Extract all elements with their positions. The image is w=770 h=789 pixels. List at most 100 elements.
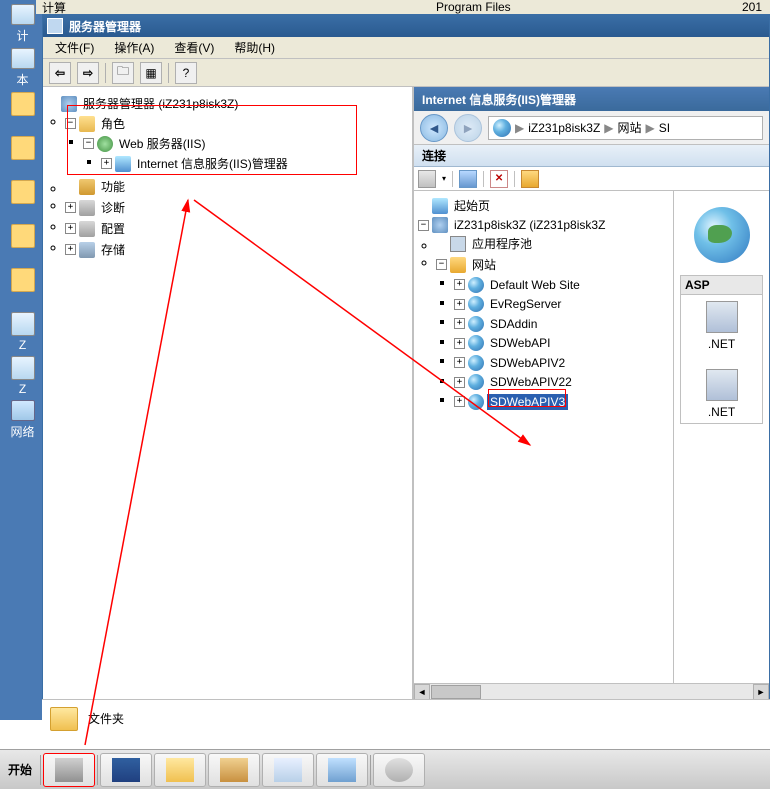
iis-icon xyxy=(115,156,131,172)
storage-icon xyxy=(79,242,95,258)
explorer-fragment: 文件夹 xyxy=(42,699,770,737)
tree-root[interactable]: 服务器管理器 (iZ231p8isk3Z) xyxy=(47,94,408,113)
site-node[interactable]: +SDAddin xyxy=(454,316,669,332)
taskbar-item-iis[interactable] xyxy=(316,753,368,787)
site-node[interactable]: +Default Web Site xyxy=(454,277,669,293)
taskbar-item-tools[interactable] xyxy=(208,753,260,787)
collapse-icon[interactable]: − xyxy=(418,220,429,231)
desktop-left-strip: 计 本 Z Z 网络 xyxy=(0,0,45,720)
detail-pane[interactable]: ASP .NET .NET xyxy=(674,191,769,683)
site-node-selected[interactable]: +SDWebAPIV3 xyxy=(454,394,669,410)
toolbar: ⇦ ⇨ 🗀 ▦ ? xyxy=(43,59,769,87)
home-icon xyxy=(432,198,448,214)
horizontal-scrollbar[interactable]: ◄ ► xyxy=(414,683,769,699)
server-icon xyxy=(61,96,77,112)
section-header: ASP xyxy=(681,276,762,295)
desktop-icon[interactable]: Z xyxy=(7,312,39,352)
tree-diagnostics[interactable]: +诊断 xyxy=(65,198,408,217)
back-button[interactable]: ⇦ xyxy=(49,62,71,84)
collapse-icon[interactable]: − xyxy=(65,118,76,129)
breadcrumb[interactable]: ▶ iZ231p8isk3Z ▶ 网站 ▶ SI xyxy=(488,116,763,140)
tree-iis-manager[interactable]: +Internet 信息服务(IIS)管理器 xyxy=(101,154,408,173)
expand-icon[interactable]: + xyxy=(65,244,76,255)
sites-node[interactable]: −网站 xyxy=(436,255,669,274)
site-node[interactable]: +SDWebAPIV22 xyxy=(454,374,669,390)
expand-icon[interactable]: + xyxy=(101,158,112,169)
scroll-thumb[interactable] xyxy=(431,685,481,699)
forward-button[interactable]: ⇨ xyxy=(77,62,99,84)
desktop-icon[interactable]: 计 xyxy=(7,4,39,44)
app-pools-node[interactable]: 应用程序池 xyxy=(436,234,669,253)
desktop-icon[interactable] xyxy=(7,268,39,308)
delete-button[interactable]: ✕ xyxy=(490,170,508,188)
menu-file[interactable]: 文件(F) xyxy=(47,37,102,58)
folder-icon[interactable] xyxy=(50,707,78,731)
site-node[interactable]: +SDWebAPIV2 xyxy=(454,355,669,371)
site-node[interactable]: +EvRegServer xyxy=(454,296,669,312)
globe-icon xyxy=(468,277,484,293)
tree-roles[interactable]: −角色 xyxy=(65,114,408,133)
globe-icon xyxy=(468,355,484,371)
server-node[interactable]: −iZ231p8isk3Z (iZ231p8isk3Z xyxy=(418,217,669,233)
taskbar-item-notepad[interactable] xyxy=(262,753,314,787)
help-button[interactable]: ? xyxy=(175,62,197,84)
app-icon xyxy=(47,18,63,34)
desktop-icon[interactable] xyxy=(7,136,39,176)
tree-storage[interactable]: +存储 xyxy=(65,240,408,259)
menu-help[interactable]: 帮助(H) xyxy=(226,37,283,58)
expand-icon[interactable]: + xyxy=(454,357,465,368)
breadcrumb-sites[interactable]: 网站 xyxy=(618,119,642,136)
desktop-icon[interactable]: Z xyxy=(7,356,39,396)
desktop-icon[interactable]: 本 xyxy=(7,48,39,88)
taskbar-item-explorer[interactable] xyxy=(154,753,206,787)
menu-action[interactable]: 操作(A) xyxy=(106,37,162,58)
detail-section: ASP .NET .NET xyxy=(680,275,763,424)
nav-back-button[interactable]: ◄ xyxy=(420,114,448,142)
desktop-icon[interactable] xyxy=(7,224,39,264)
taskbar: 开始 xyxy=(0,749,770,789)
save-button[interactable] xyxy=(459,170,477,188)
expand-icon[interactable]: + xyxy=(454,377,465,388)
taskbar-item-server-manager[interactable] xyxy=(43,753,95,787)
connections-toolbar: ▾ ✕ xyxy=(414,167,769,191)
expand-icon[interactable]: + xyxy=(454,318,465,329)
collapse-icon[interactable]: − xyxy=(83,138,94,149)
breadcrumb-server[interactable]: iZ231p8isk3Z xyxy=(528,121,600,135)
breadcrumb-trail[interactable]: SI xyxy=(659,121,670,135)
toolbar-button[interactable]: ▦ xyxy=(140,62,162,84)
desktop-icon[interactable]: 网络 xyxy=(7,400,39,440)
taskbar-item-settings[interactable] xyxy=(373,753,425,787)
window-title: 服务器管理器 xyxy=(69,18,141,35)
desktop-icon[interactable] xyxy=(7,92,39,132)
connections-tree[interactable]: 起始页 −iZ231p8isk3Z (iZ231p8isk3Z 应用程序池 −网… xyxy=(414,191,674,683)
toolbar-button[interactable]: 🗀 xyxy=(112,62,134,84)
menu-view[interactable]: 查看(V) xyxy=(166,37,222,58)
server-icon xyxy=(432,217,448,233)
connect-button[interactable] xyxy=(418,170,436,188)
start-button[interactable]: 开始 xyxy=(2,754,38,786)
feature-icon[interactable] xyxy=(706,369,738,401)
taskbar-item-powershell[interactable] xyxy=(100,753,152,787)
collapse-icon[interactable]: − xyxy=(436,259,447,270)
expand-icon[interactable]: + xyxy=(65,202,76,213)
expand-icon[interactable]: + xyxy=(65,223,76,234)
chevron-right-icon: ▶ xyxy=(515,121,524,135)
add-site-button[interactable] xyxy=(521,170,539,188)
feature-icon[interactable] xyxy=(706,301,738,333)
titlebar[interactable]: 服务器管理器 xyxy=(43,15,769,37)
left-tree-pane[interactable]: 服务器管理器 (iZ231p8isk3Z) −角色 −Web 服务器(IIS) … xyxy=(43,87,413,699)
expand-icon[interactable]: + xyxy=(454,279,465,290)
nav-forward-button[interactable]: ► xyxy=(454,114,482,142)
desktop-icon[interactable] xyxy=(7,180,39,220)
tree-features[interactable]: 功能 xyxy=(65,177,408,196)
iis-manager-pane: Internet 信息服务(IIS)管理器 ◄ ► ▶ iZ231p8isk3Z… xyxy=(413,87,769,699)
site-node[interactable]: +SDWebAPI xyxy=(454,335,669,351)
start-page-node[interactable]: 起始页 xyxy=(418,196,669,215)
expand-icon[interactable]: + xyxy=(454,396,465,407)
tree-configuration[interactable]: +配置 xyxy=(65,219,408,238)
scroll-left-button[interactable]: ◄ xyxy=(414,684,430,699)
tree-web-server[interactable]: −Web 服务器(IIS) xyxy=(83,134,408,153)
scroll-right-button[interactable]: ► xyxy=(753,684,769,699)
expand-icon[interactable]: + xyxy=(454,338,465,349)
expand-icon[interactable]: + xyxy=(454,299,465,310)
